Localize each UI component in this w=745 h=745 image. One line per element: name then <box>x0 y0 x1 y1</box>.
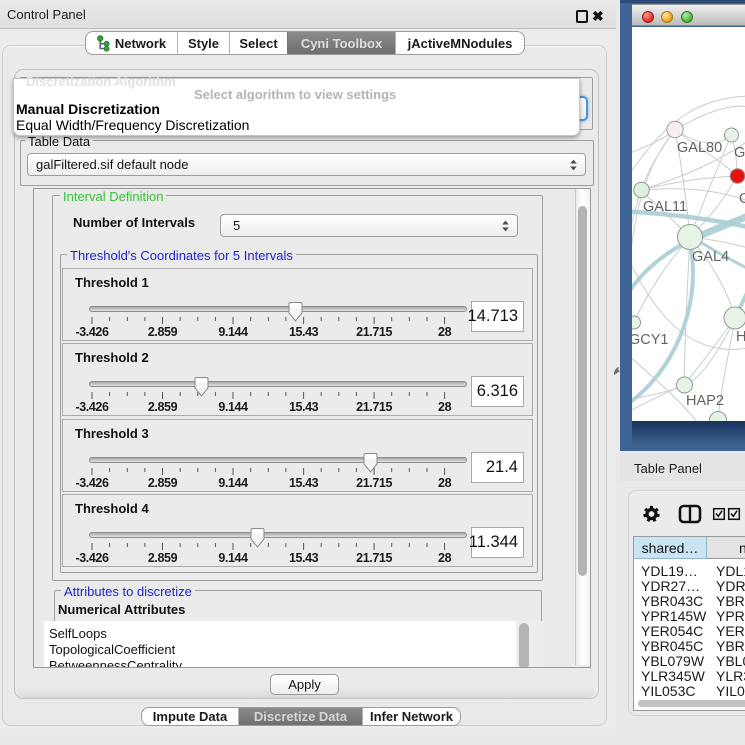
svg-text:G: G <box>739 191 745 207</box>
svg-text:HAP2: HAP2 <box>686 393 724 409</box>
svg-text:GAL4: GAL4 <box>692 249 729 265</box>
svg-text:GA: GA <box>734 145 745 161</box>
svg-text:H: H <box>736 329 745 345</box>
svg-text:GAL80: GAL80 <box>677 140 722 156</box>
svg-text:GAL11: GAL11 <box>643 199 687 215</box>
svg-text:GCY1: GCY1 <box>632 332 669 348</box>
